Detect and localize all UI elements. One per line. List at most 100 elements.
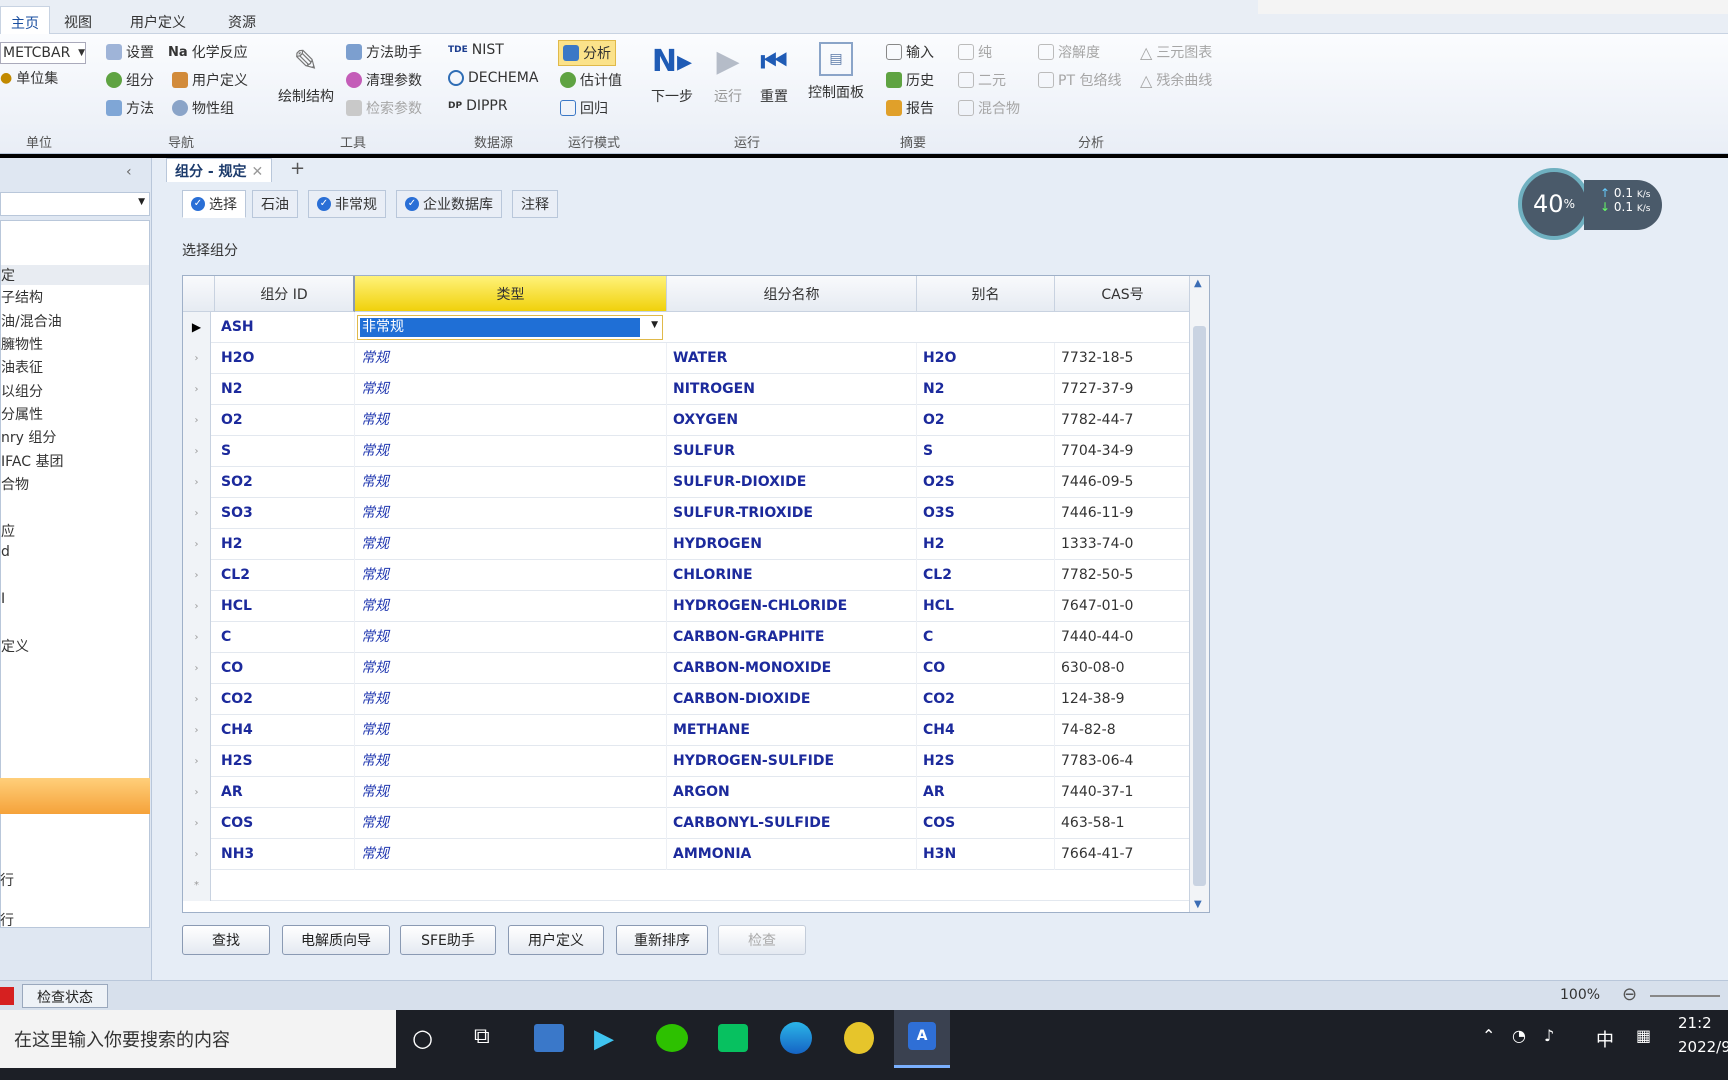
cell-type[interactable]: 常规 (355, 436, 667, 467)
cell-type[interactable]: 常规 (355, 498, 667, 529)
cell-id[interactable]: ASH (215, 312, 355, 343)
table-row[interactable]: › H2 常规 HYDROGEN H2 1333-74-0 (183, 529, 1191, 560)
cell-id[interactable]: NH3 (215, 839, 355, 870)
annotation-toolbar[interactable] (1258, 0, 1728, 14)
row-selector[interactable]: › (183, 777, 211, 808)
subtab-comments[interactable]: 注释 (512, 190, 558, 218)
row-selector[interactable]: › (183, 529, 211, 560)
cell-alias[interactable]: CL2 (917, 560, 1055, 591)
table-row[interactable]: › AR 常规 ARGON AR 7440-37-1 (183, 777, 1191, 808)
cell-alias[interactable]: AR (917, 777, 1055, 808)
table-row[interactable]: › CO2 常规 CARBON-DIOXIDE CO2 124-38-9 (183, 684, 1191, 715)
cell-alias[interactable]: O2S (917, 467, 1055, 498)
cell-cas[interactable]: 7440-44-0 (1055, 622, 1191, 653)
cell-name[interactable]: NITROGEN (667, 374, 917, 405)
cell-cas[interactable]: 7782-44-7 (1055, 405, 1191, 436)
nav-tree-item[interactable]: 合物 (1, 474, 29, 494)
row-selector[interactable]: › (183, 374, 211, 405)
nav-tree-item[interactable]: I (1, 591, 5, 607)
type-dropdown[interactable]: 非常规 ▼ (357, 315, 663, 340)
reset-button[interactable]: ⏮ 重置 (752, 42, 796, 106)
cell-alias[interactable]: COS (917, 808, 1055, 839)
cell-cas[interactable]: 463-58-1 (1055, 808, 1191, 839)
taskbar-search[interactable]: 在这里输入你要搜索的内容 (0, 1010, 396, 1068)
dechema-button[interactable]: DECHEMA (448, 70, 538, 86)
row-selector[interactable]: › (183, 560, 211, 591)
nav-dropdown[interactable]: ▼ (0, 192, 150, 216)
run-mode-estimation[interactable]: 估计值 (560, 70, 622, 90)
nav-tree-item[interactable]: 以组分 (1, 381, 43, 401)
table-row[interactable]: › S 常规 SULFUR S 7704-34-9 (183, 436, 1191, 467)
nav-tree-item[interactable]: nry 组分 (1, 427, 56, 447)
cell-id[interactable]: O2 (215, 405, 355, 436)
clean-params[interactable]: 清理参数 (346, 70, 422, 90)
analysis-solubility[interactable]: 溶解度 (1038, 42, 1100, 62)
cell-type[interactable]: 常规 (355, 405, 667, 436)
cell-cas[interactable]: 124-38-9 (1055, 684, 1191, 715)
nav-section-header[interactable] (0, 778, 150, 814)
keyboard-icon[interactable]: ▦ (1636, 1026, 1651, 1045)
nav-user-defined[interactable]: 用户定义 (172, 70, 248, 90)
ime-indicator[interactable]: 中 (1596, 1026, 1614, 1052)
table-row[interactable]: › CH4 常规 METHANE CH4 74-82-8 (183, 715, 1191, 746)
row-selector[interactable]: › (183, 405, 211, 436)
table-row[interactable]: ▶ ASH 非常规 ▼ (183, 312, 1191, 343)
cell-cas[interactable]: 7446-11-9 (1055, 498, 1191, 529)
cell-type[interactable]: 常规 (355, 746, 667, 777)
nist-button[interactable]: TDE NIST (448, 42, 504, 58)
cell-name[interactable]: ARGON (667, 777, 917, 808)
next-button[interactable]: N▸ 下一步 (648, 42, 696, 106)
volume-icon[interactable]: ♪ (1544, 1026, 1554, 1045)
row-selector[interactable]: › (183, 715, 211, 746)
row-selector[interactable]: › (183, 653, 211, 684)
cell-cas[interactable]: 74-82-8 (1055, 715, 1191, 746)
cell-name[interactable]: CARBONYL-SULFIDE (667, 808, 917, 839)
cell-name[interactable]: SULFUR (667, 436, 917, 467)
tab-home[interactable]: 主页 (0, 6, 50, 34)
edge-icon[interactable] (780, 1022, 812, 1054)
nav-tree-item[interactable]: 定 (1, 265, 149, 285)
nav-tree-item[interactable]: 油表征 (1, 357, 43, 377)
check-status-button[interactable]: 检查状态 (22, 984, 108, 1008)
review-button[interactable]: 检查 (718, 925, 806, 955)
row-selector[interactable]: › (183, 591, 211, 622)
report-button[interactable]: 报告 (886, 98, 934, 118)
table-row[interactable]: › NH3 常规 AMMONIA H3N 7664-41-7 (183, 839, 1191, 870)
cell-alias[interactable]: H2 (917, 529, 1055, 560)
user-defined-button[interactable]: 用户定义 (508, 925, 604, 955)
nav-tree-item[interactable]: d (1, 544, 10, 560)
cell-alias[interactable]: H2S (917, 746, 1055, 777)
col-header-id[interactable]: 组分 ID (215, 276, 355, 312)
close-icon[interactable]: ✕ (251, 164, 263, 180)
cell-alias[interactable]: CO (917, 653, 1055, 684)
scroll-thumb[interactable] (1193, 326, 1206, 886)
cell-type[interactable]: 常规 (355, 529, 667, 560)
nav-tree-item[interactable]: 定义 (1, 636, 29, 656)
cell-name[interactable]: METHANE (667, 715, 917, 746)
cell-name[interactable]: OXYGEN (667, 405, 917, 436)
nav-methods[interactable]: 方法 (106, 98, 154, 118)
subtab-petroleum[interactable]: 石油 (252, 190, 298, 218)
cell-id[interactable]: SO2 (215, 467, 355, 498)
cell-name[interactable]: CARBON-MONOXIDE (667, 653, 917, 684)
cell-type[interactable]: 常规 (355, 839, 667, 870)
cell-name[interactable]: CHLORINE (667, 560, 917, 591)
cell-type[interactable]: 常规 (355, 715, 667, 746)
cell-type[interactable]: 常规 (355, 374, 667, 405)
nav-bottom-item[interactable]: 行 (0, 910, 14, 930)
tray-chevron-icon[interactable]: ⌃ (1482, 1026, 1495, 1045)
method-assistant[interactable]: 方法助手 (346, 42, 422, 62)
cell-name[interactable]: WATER (667, 343, 917, 374)
cell-cas[interactable]: 7440-37-1 (1055, 777, 1191, 808)
collapse-pane-icon[interactable]: ‹ (126, 164, 132, 180)
nav-reactions[interactable]: Na 化学反应 (168, 42, 248, 62)
cell-id[interactable]: CL2 (215, 560, 355, 591)
cell-alias[interactable]: C (917, 622, 1055, 653)
retrieve-params[interactable]: 检索参数 (346, 98, 422, 118)
tab-view[interactable]: 视图 (54, 6, 102, 34)
draw-structure-button[interactable]: ✎ 绘制结构 (274, 42, 338, 106)
wechat-icon[interactable] (656, 1024, 688, 1052)
table-row[interactable]: › SO2 常规 SULFUR-DIOXIDE O2S 7446-09-5 (183, 467, 1191, 498)
cell-alias[interactable]: H2O (917, 343, 1055, 374)
cell-cas[interactable]: 7783-06-4 (1055, 746, 1191, 777)
